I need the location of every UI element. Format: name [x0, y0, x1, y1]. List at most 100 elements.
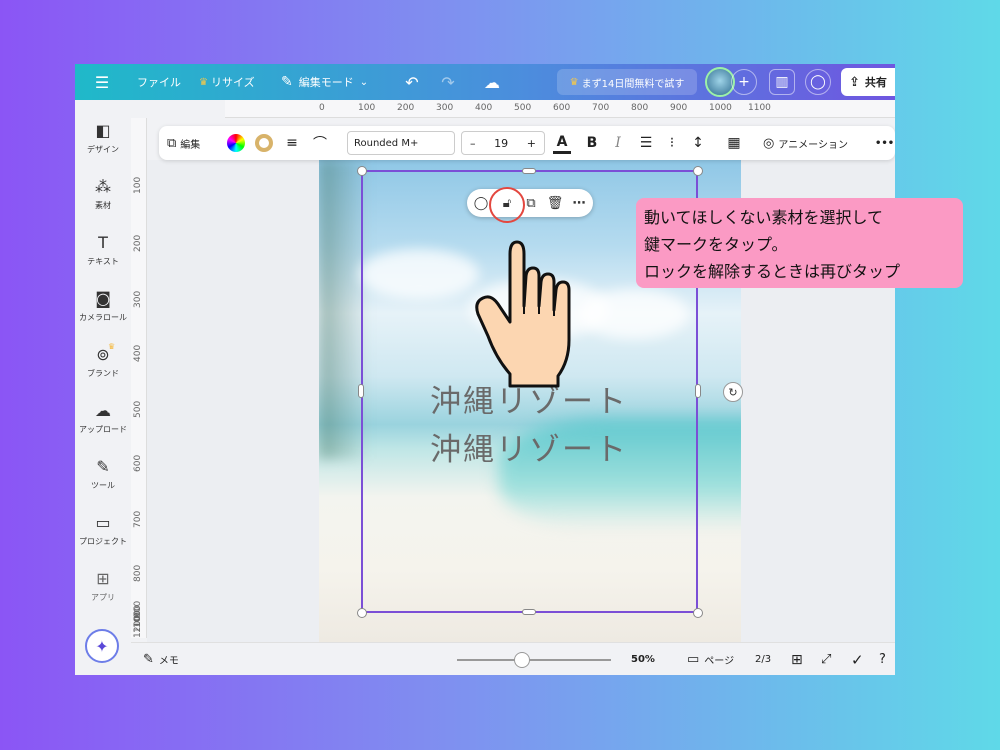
edit-button[interactable]: ⧉ 編集 [167, 126, 200, 160]
callout-line: ロックを解除するときは再びタップ [644, 262, 901, 281]
zoom-slider[interactable] [457, 659, 611, 661]
list-icon[interactable]: ⁝ [663, 126, 681, 160]
add-collaborator-button[interactable]: + [731, 69, 757, 95]
undo-icon[interactable]: ↶ [401, 64, 423, 100]
sidebar-item-camera-roll[interactable]: ◙ カメラロール [75, 288, 131, 338]
sidebar-item-text[interactable]: T テキスト [75, 232, 131, 282]
element-action-bar: ◯ 🔓︎ ⧉ 🗑︎ ⋯ [467, 189, 593, 217]
pages-icon: ▭ [687, 652, 700, 667]
ruler-label: 500 [133, 400, 143, 418]
text-color-button[interactable]: A [553, 132, 571, 154]
font-select[interactable]: Rounded M+ [347, 131, 455, 155]
animation-button[interactable]: ◎ アニメーション [763, 126, 848, 160]
resize-handle[interactable] [357, 608, 367, 618]
zoom-level[interactable]: 50% [631, 643, 655, 675]
sidebar-item-brand[interactable]: ♛ ⊚ ブランド [75, 342, 131, 394]
crown-icon: ♛ [199, 76, 208, 88]
transparency-icon[interactable]: ▦ [725, 126, 743, 160]
line-weight-icon[interactable]: ≡ [283, 126, 301, 160]
animation-label: アニメーション [778, 139, 848, 151]
help-icon[interactable]: ? [879, 643, 886, 675]
chevron-down-icon: ⌄ [359, 76, 369, 88]
edit-mode-button[interactable]: ✎ 編集モード ⌄ [281, 64, 368, 100]
file-menu[interactable]: ファイル [137, 64, 181, 100]
sidebar-item-label: ツール [91, 481, 115, 490]
magic-sparkle-button[interactable]: ✦ [85, 629, 119, 663]
animation-icon: ◎ [763, 135, 775, 151]
elements-icon: ⁂ [95, 177, 111, 196]
resize-handle[interactable] [693, 608, 703, 618]
resize-label: リサイズ [210, 76, 255, 89]
ruler-label: 600 [133, 454, 143, 472]
pages-button[interactable]: ▭ ページ [687, 643, 734, 675]
check-icon[interactable]: ✓ [851, 643, 864, 675]
analytics-icon[interactable]: ▥ [769, 69, 795, 95]
instruction-callout: 動いてほしくない素材を選択して 鍵マークをタップ。 ロックを解除するときは再びタ… [636, 198, 963, 288]
curve-icon[interactable]: ⌒ [311, 126, 329, 160]
ruler-label: 200 [397, 103, 415, 113]
resize-handle[interactable] [358, 384, 364, 398]
ruler-label: 800 [631, 103, 649, 113]
notes-label: メモ [158, 656, 179, 667]
notes-icon: ✎ [143, 652, 154, 667]
bold-button[interactable]: B [583, 126, 601, 160]
ruler-left: 100 200 300 400 500 600 700 800 900 1000… [131, 118, 147, 638]
hamburger-icon[interactable]: ☰ [89, 64, 115, 100]
grid-view-icon[interactable]: ⊞ [791, 643, 803, 675]
ruler-label: 800 [133, 564, 143, 582]
crown-icon: ♛ [108, 342, 116, 351]
ruler-top: 0 100 200 300 400 500 600 700 800 900 10… [225, 100, 895, 118]
ruler-label: 500 [514, 103, 532, 113]
trial-label: まず14日間無料で試す [581, 78, 685, 90]
sidebar-item-label: デザイン [87, 145, 119, 154]
rotate-icon[interactable]: ↻ [723, 382, 743, 402]
callout-line: 鍵マークをタップ。 [644, 235, 788, 254]
sidebar-item-elements[interactable]: ⁂ 素材 [75, 176, 131, 226]
increase-size-button[interactable]: + [527, 137, 536, 150]
decrease-size-button[interactable]: – [470, 137, 476, 150]
resize-handle[interactable] [695, 384, 701, 398]
text-icon: T [98, 233, 108, 252]
font-size-value[interactable]: 19 [494, 137, 508, 150]
sidebar-item-tools[interactable]: ✎ ツール [75, 456, 131, 506]
ruler-label: 700 [133, 510, 143, 528]
resize-handle[interactable] [693, 166, 703, 176]
comment-icon[interactable]: ◯ [805, 69, 831, 95]
edit-label: 編集 [180, 139, 201, 151]
brand-icon: ⊚ [96, 345, 110, 364]
resize-handle[interactable] [522, 168, 536, 174]
trash-icon[interactable]: 🗑︎ [543, 189, 567, 217]
crown-icon: ♛ [569, 76, 579, 88]
sidebar-item-projects[interactable]: ▭ プロジェクト [75, 512, 131, 562]
ruler-label: 100 [133, 176, 143, 194]
redo-icon[interactable]: ↷ [437, 64, 459, 100]
sidebar-item-design[interactable]: ◧ デザイン [75, 120, 131, 170]
sidebar-item-upload[interactable]: ☁ アップロード [75, 400, 131, 450]
sidebar-item-apps[interactable]: ⊞ アプリ [75, 568, 131, 618]
top-bar: ☰ ファイル ♛ リサイズ ✎ 編集モード ⌄ ↶ ↷ ☁ ♛ まず14日間無料… [75, 64, 895, 100]
ruler-label: 300 [436, 103, 454, 113]
headline-text[interactable]: 沖縄リゾート [430, 424, 628, 469]
zoom-slider-handle[interactable] [514, 652, 530, 668]
italic-button[interactable]: I [609, 126, 627, 160]
shapes-icon: ⧉ [167, 135, 177, 151]
pencil-icon: ✎ [281, 74, 293, 90]
resize-handle[interactable] [357, 166, 367, 176]
color-wheel-icon[interactable] [227, 134, 245, 152]
font-size-stepper[interactable]: – 19 + [461, 131, 545, 155]
resize-handle[interactable] [522, 609, 536, 615]
trial-button[interactable]: ♛ まず14日間無料で試す [557, 69, 697, 95]
fullscreen-icon[interactable]: ⤢ [821, 643, 831, 675]
more-options-button[interactable]: ••• [875, 126, 894, 160]
spacing-icon[interactable]: ↕ [689, 126, 707, 160]
resize-button[interactable]: ♛ リサイズ [199, 64, 255, 100]
upload-icon: ☁ [95, 401, 111, 420]
share-button[interactable]: ⇪ 共有 [841, 68, 895, 96]
notes-button[interactable]: ✎ メモ [143, 643, 179, 675]
more-icon[interactable]: ⋯ [567, 189, 591, 217]
folder-icon: ▭ [95, 513, 111, 532]
cloud-saved-icon[interactable]: ☁ [481, 64, 503, 100]
sidebar-item-label: ブランド [87, 369, 119, 378]
stroke-color-icon[interactable] [255, 134, 273, 152]
align-center-icon[interactable]: ☰ [637, 126, 655, 160]
